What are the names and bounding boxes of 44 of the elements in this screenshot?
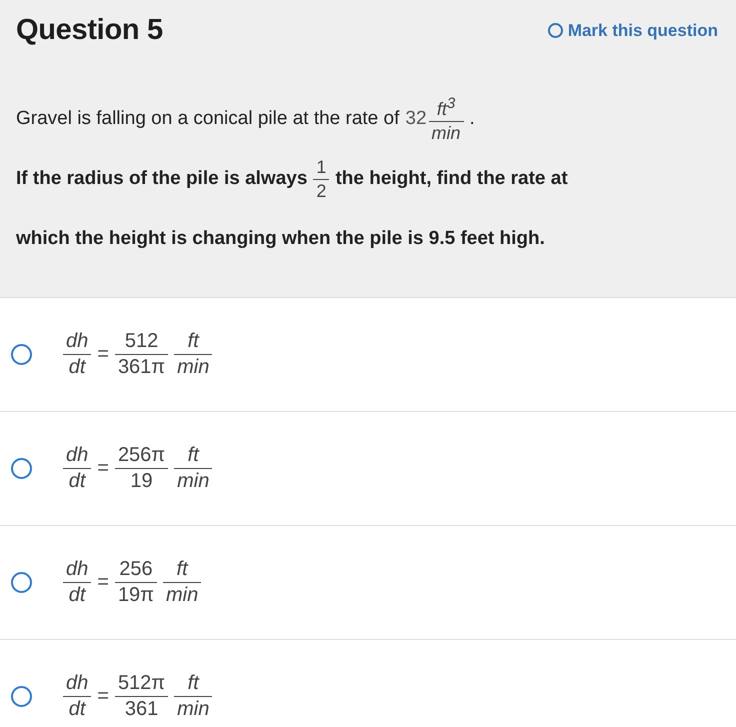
fraction-numerator: dh — [63, 444, 92, 469]
fraction-numerator: ft — [174, 444, 212, 469]
fraction-denominator: dt — [68, 469, 87, 493]
equals-sign: = — [97, 457, 109, 480]
fraction-denominator: 19 — [129, 469, 154, 493]
radio-button[interactable] — [11, 344, 32, 365]
fraction-denominator: dt — [68, 697, 87, 721]
mark-question-link[interactable]: Mark this question — [548, 20, 718, 40]
fraction-numerator: 1 — [313, 156, 330, 180]
fraction-numerator: dh — [63, 558, 92, 583]
fraction-denominator: dt — [68, 355, 87, 379]
fraction-numerator: ft — [174, 672, 212, 697]
question-text: the height, find the rate at — [335, 168, 568, 190]
fraction-denominator: min — [176, 469, 210, 493]
question-text: If the radius of the pile is always — [16, 168, 308, 190]
fraction-denominator: 361π — [116, 355, 166, 379]
radio-button[interactable] — [11, 686, 32, 707]
question-title: Question 5 — [16, 14, 163, 47]
fraction-denominator: 19π — [116, 583, 155, 607]
fraction-denominator: min — [164, 583, 200, 607]
radio-button[interactable] — [11, 458, 32, 479]
fraction-numerator: 256π — [114, 444, 168, 469]
fraction-denominator: min — [430, 122, 462, 144]
fraction-denominator: 2 — [315, 180, 328, 202]
fraction-numerator: 256 — [114, 558, 157, 583]
fraction-numerator: 512 — [114, 330, 168, 355]
fraction-denominator: dt — [68, 583, 87, 607]
question-text: Gravel is falling on a conical pile at the rate of — [16, 108, 400, 130]
equals-sign: = — [97, 571, 109, 594]
fraction-numerator: dh — [63, 330, 92, 355]
question-text: which the height is changing when the pile is 9.5 feet high. — [16, 228, 545, 250]
question-text: . — [470, 108, 475, 130]
fraction-numerator: ft — [174, 330, 212, 355]
fraction-numerator: ft$^{3}$ — [428, 94, 464, 122]
fraction-denominator: min — [176, 355, 210, 379]
fraction-numerator: 512π — [114, 672, 168, 697]
fraction-denominator: 361 — [124, 697, 160, 721]
fraction-denominator: min — [176, 697, 210, 721]
equals-sign: = — [97, 343, 109, 366]
fraction-numerator: dh — [63, 672, 92, 697]
equals-sign: = — [97, 685, 109, 708]
rate-number: 32 — [405, 108, 427, 130]
fraction-numerator: ft — [162, 558, 202, 583]
radio-button[interactable] — [11, 572, 32, 593]
